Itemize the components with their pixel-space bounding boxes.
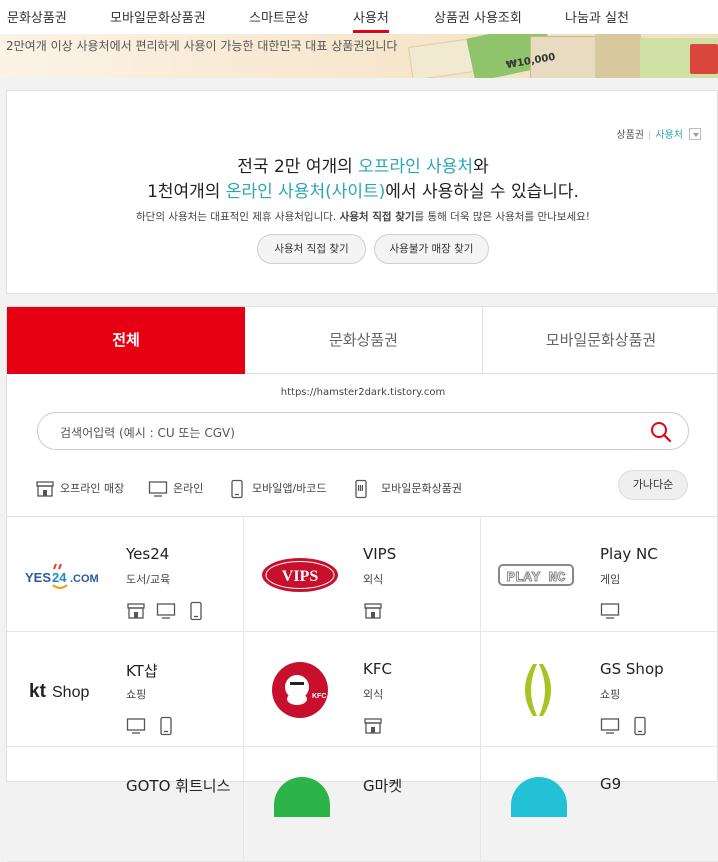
breadcrumb-gift[interactable]: 상품권 [616, 130, 644, 141]
nav-item-sharing[interactable]: 나눔과 실천 [565, 7, 629, 26]
merchant-card[interactable]: KFC KFC 외식 [244, 632, 481, 747]
mobile-icon [231, 479, 243, 499]
merchant-name: GOTO 휘트니스 [126, 777, 231, 795]
gift-card-image [690, 44, 718, 74]
merchant-card[interactable]: PLAY NC Play NC 게임 [481, 517, 718, 632]
merchant-name: Yes24 [126, 545, 170, 563]
mobile-icon [190, 601, 202, 621]
store-icon [127, 603, 145, 619]
nav-item-culture-gift[interactable]: 문화상품권 [7, 7, 67, 26]
gmarket-logo [274, 777, 330, 817]
merchant-category: 외식 [363, 573, 384, 586]
store-icon [364, 718, 382, 734]
merchant-category: 도서/교육 [126, 573, 171, 586]
svg-text:YES: YES [25, 570, 51, 585]
monitor-icon [600, 718, 620, 734]
merchant-name: KFC [363, 660, 392, 678]
hero-banner: 2만여개 이상 사용처에서 편리하게 사용이 가능한 대한민국 대표 상품권입니… [0, 34, 718, 78]
svg-text:VIPS: VIPS [282, 568, 319, 585]
info-subtext: 하단의 사용처는 대표적인 제휴 사용처입니다. 사용처 직접 찾기를 통해 더… [136, 211, 590, 223]
tab-bar: 전체 문화상품권 모바일문화상품권 [7, 307, 718, 374]
find-place-button[interactable]: 사용처 직접 찾기 [257, 234, 366, 264]
monitor-icon [148, 481, 168, 497]
svg-text:.COM: .COM [70, 573, 99, 585]
banner-text: 2만여개 이상 사용처에서 편리하게 사용이 가능한 대한민국 대표 상품권입니… [6, 39, 398, 53]
svg-text:KFC: KFC [312, 693, 326, 700]
search-icon[interactable] [650, 421, 672, 443]
search-field[interactable]: 검색어입력 (예시 : CU 또는 CGV) [37, 412, 689, 450]
merchant-name: GS Shop [600, 660, 664, 678]
monitor-icon [156, 603, 176, 619]
store-icon [36, 481, 54, 497]
nav-item-usage-places[interactable]: 사용처 [353, 7, 389, 26]
merchant-name: G9 [600, 775, 622, 793]
svg-text:24: 24 [52, 570, 67, 585]
nav-item-mobile-culture-gift[interactable]: 모바일문화상품권 [110, 7, 206, 26]
sort-button[interactable]: 가나다순 [618, 470, 688, 500]
monitor-icon [600, 603, 620, 619]
merchant-category: 쇼핑 [126, 688, 147, 701]
merchant-name: VIPS [363, 545, 397, 563]
merchant-card[interactable]: VIPS VIPS 외식 [244, 517, 481, 632]
merchant-category: 외식 [363, 688, 384, 701]
merchant-card[interactable]: YES 24 .COM Yes24 도서/교육 [7, 517, 244, 632]
plaync-logo: PLAY NC [498, 564, 574, 587]
mobile-barcode-icon [355, 479, 367, 499]
breadcrumb: 상품권 | 사용처 [616, 126, 701, 141]
nav-item-usage-inquiry[interactable]: 상품권 사용조회 [434, 7, 522, 26]
merchant-card[interactable]: G9 [481, 747, 718, 862]
find-unavailable-store-button[interactable]: 사용불가 매장 찾기 [374, 234, 489, 264]
merchant-category: 게임 [600, 573, 621, 586]
search-placeholder: 검색어입력 (예시 : CU 또는 CGV) [60, 426, 235, 440]
merchant-name: Play NC [600, 545, 658, 563]
tab-culture-gift[interactable]: 문화상품권 [245, 307, 483, 374]
merchant-card[interactable]: kt Shop KT샵 쇼핑 [7, 632, 244, 747]
watermark-url: https://hamster2dark.tistory.com [280, 387, 446, 398]
merchant-name: G마켓 [363, 777, 403, 795]
merchant-category: 쇼핑 [600, 688, 621, 701]
merchant-card[interactable]: G마켓 [244, 747, 481, 862]
svg-text:Shop: Shop [52, 684, 89, 701]
gift-card-image [595, 34, 641, 78]
merchant-grid: YES 24 .COM Yes24 도서/교육 VIPS VIPS 외식 PLA… [7, 516, 718, 862]
tab-mobile-culture-gift[interactable]: 모바일문화상품권 [483, 307, 718, 374]
nav-active-underline [353, 30, 389, 33]
headline-line-1: 전국 2만 여개의 오프라인 사용처와 [237, 157, 489, 177]
breadcrumb-place[interactable]: 사용처 [655, 130, 683, 141]
mobile-icon [634, 716, 646, 736]
kfc-logo: KFC [272, 662, 328, 718]
merchant-card[interactable]: GS Shop 쇼핑 [481, 632, 718, 747]
svg-text:kt: kt [29, 681, 47, 702]
merchant-panel: 전체 문화상품권 모바일문화상품권 https://hamster2dark.t… [6, 306, 718, 862]
monitor-icon [126, 718, 146, 734]
mobile-icon [160, 716, 172, 736]
top-nav: 문화상품권 모바일문화상품권 스마트문상 사용처 상품권 사용조회 나눔과 실천 [0, 0, 718, 34]
info-box: 상품권 | 사용처 전국 2만 여개의 오프라인 사용처와 1천여개의 온라인 사용… [6, 90, 718, 294]
tab-all[interactable]: 전체 [7, 307, 245, 374]
vips-logo: VIPS [262, 558, 338, 592]
merchant-card[interactable]: GOTO 휘트니스 [7, 747, 244, 862]
yes24-logo: YES 24 .COM [25, 563, 99, 589]
dropdown-toggle-icon[interactable] [689, 128, 701, 140]
kt-shop-logo: kt Shop [29, 681, 89, 702]
nav-item-smart-munsang[interactable]: 스마트문상 [249, 7, 309, 26]
g9-logo [511, 777, 567, 817]
gs-shop-logo [525, 664, 551, 716]
headline-line-2: 1천여개의 온라인 사용처(사이트)에서 사용하실 수 있습니다. [147, 182, 579, 202]
store-icon [364, 603, 382, 619]
merchant-name: KT샵 [126, 662, 158, 680]
svg-text:PLAY NC: PLAY NC [507, 570, 566, 586]
